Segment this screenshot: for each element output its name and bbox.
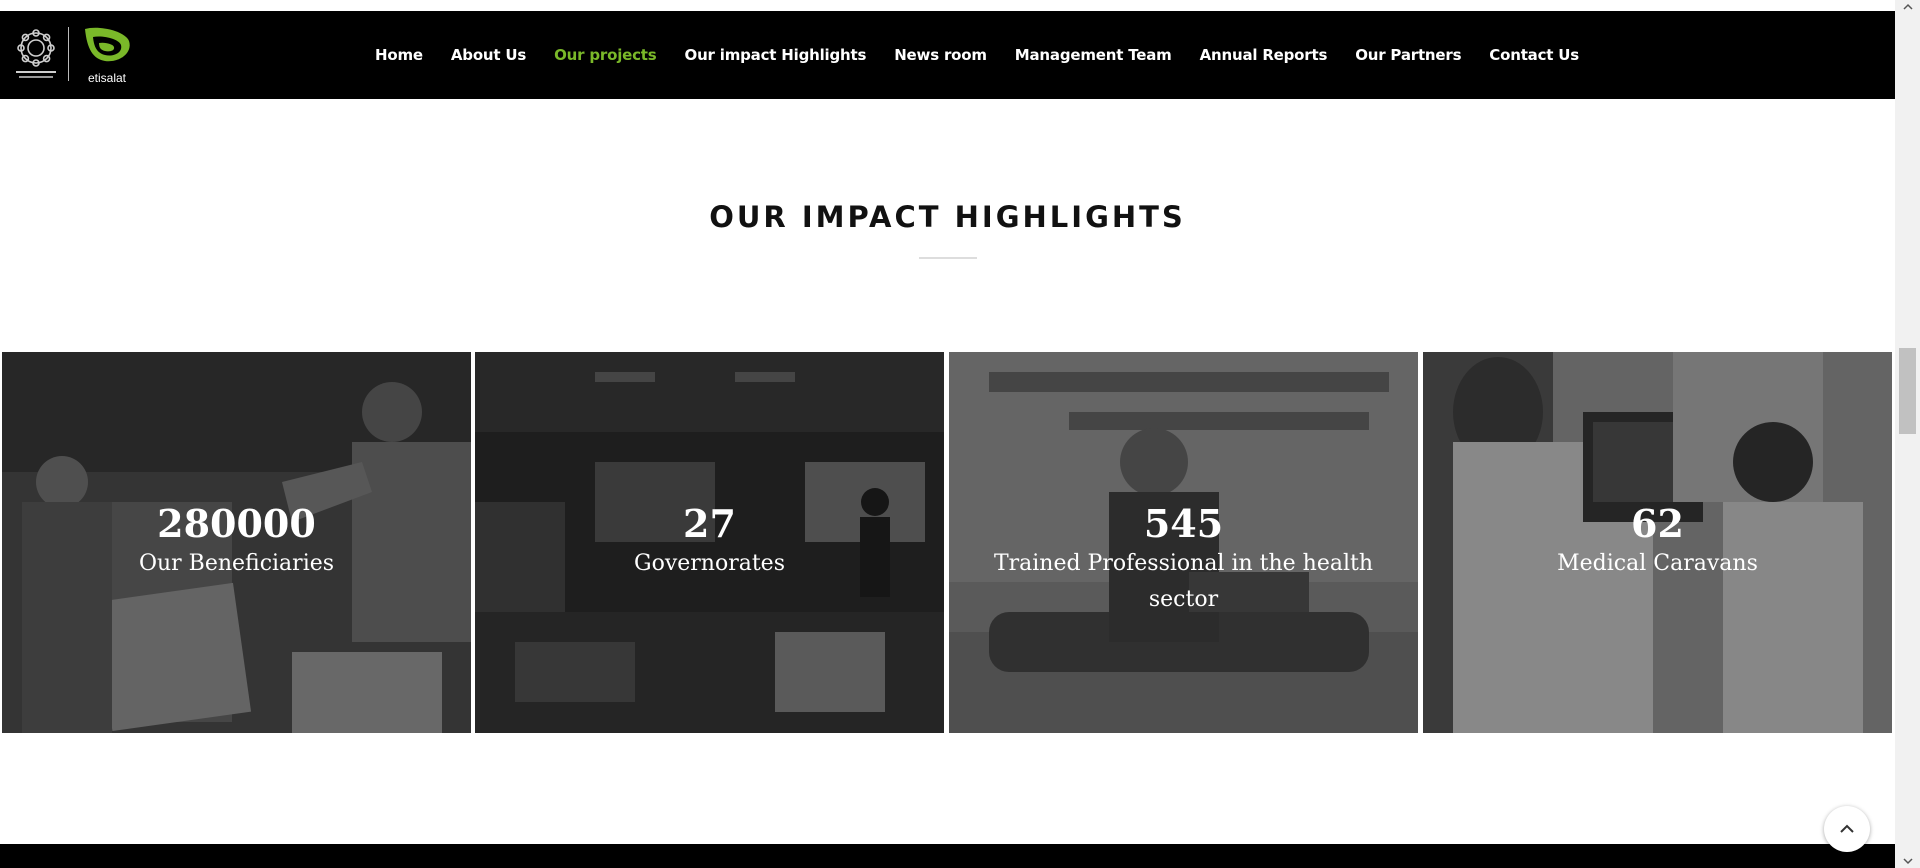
page-scrollbar[interactable] <box>1895 0 1920 868</box>
highlight-label: Trained Professional in the health secto… <box>993 551 1374 612</box>
highlight-card-governorates: 27 Governorates <box>475 352 944 733</box>
foundation-star-emblem-icon <box>12 24 60 84</box>
chevron-up-icon <box>1840 824 1854 833</box>
nav-item-annual-reports[interactable]: Annual Reports <box>1200 46 1328 64</box>
etisalat-logo-icon: etisalat <box>79 23 131 85</box>
title-underline <box>919 257 977 259</box>
etisalat-wordmark: etisalat <box>87 71 127 85</box>
nav-item-our-impact-highlights[interactable]: Our impact Highlights <box>685 46 867 64</box>
highlight-label: Our Beneficiaries <box>138 551 335 576</box>
scroll-up-arrow-icon[interactable] <box>1895 0 1920 14</box>
nav-item-management-team[interactable]: Management Team <box>1015 46 1172 64</box>
highlight-label: Medical Caravans <box>1557 551 1758 576</box>
highlight-number: 27 <box>683 501 736 546</box>
nav-item-about-us[interactable]: About Us <box>451 46 526 64</box>
card-text: 27 Governorates <box>475 502 944 582</box>
logo-divider <box>68 27 69 81</box>
nav-item-contact-us[interactable]: Contact Us <box>1489 46 1579 64</box>
scroll-down-arrow-icon[interactable] <box>1895 854 1920 868</box>
footer-band <box>0 844 1895 868</box>
highlight-number: 280000 <box>157 501 316 546</box>
highlight-card-trained-professionals: 545 Trained Professional in the health s… <box>949 352 1418 733</box>
highlight-label: Governorates <box>634 551 785 576</box>
highlight-number: 545 <box>1143 501 1224 546</box>
card-text: 545 Trained Professional in the health s… <box>949 502 1418 618</box>
page: etisalat Home About Us Our projects Our … <box>0 0 1920 868</box>
nav-item-our-partners[interactable]: Our Partners <box>1355 46 1461 64</box>
nav-item-news-room[interactable]: News room <box>894 46 987 64</box>
highlights-grid: 280000 Our Beneficiaries 27 Governorates… <box>2 352 1893 733</box>
nav-item-home[interactable]: Home <box>375 46 423 64</box>
nav-item-our-projects[interactable]: Our projects <box>554 46 657 64</box>
card-text: 280000 Our Beneficiaries <box>2 502 471 582</box>
main-nav: Home About Us Our projects Our impact Hi… <box>375 11 1607 99</box>
scrollbar-thumb[interactable] <box>1899 348 1916 434</box>
card-text: 62 Medical Caravans <box>1423 502 1892 582</box>
scroll-to-top-button[interactable] <box>1824 806 1870 852</box>
highlight-card-beneficiaries: 280000 Our Beneficiaries <box>2 352 471 733</box>
highlight-number: 62 <box>1631 501 1684 546</box>
site-header: etisalat Home About Us Our projects Our … <box>0 11 1895 99</box>
highlight-card-medical-caravans: 62 Medical Caravans <box>1423 352 1892 733</box>
logo-group[interactable]: etisalat <box>12 19 131 89</box>
section-title: OUR IMPACT HIGHLIGHTS <box>709 200 1186 234</box>
